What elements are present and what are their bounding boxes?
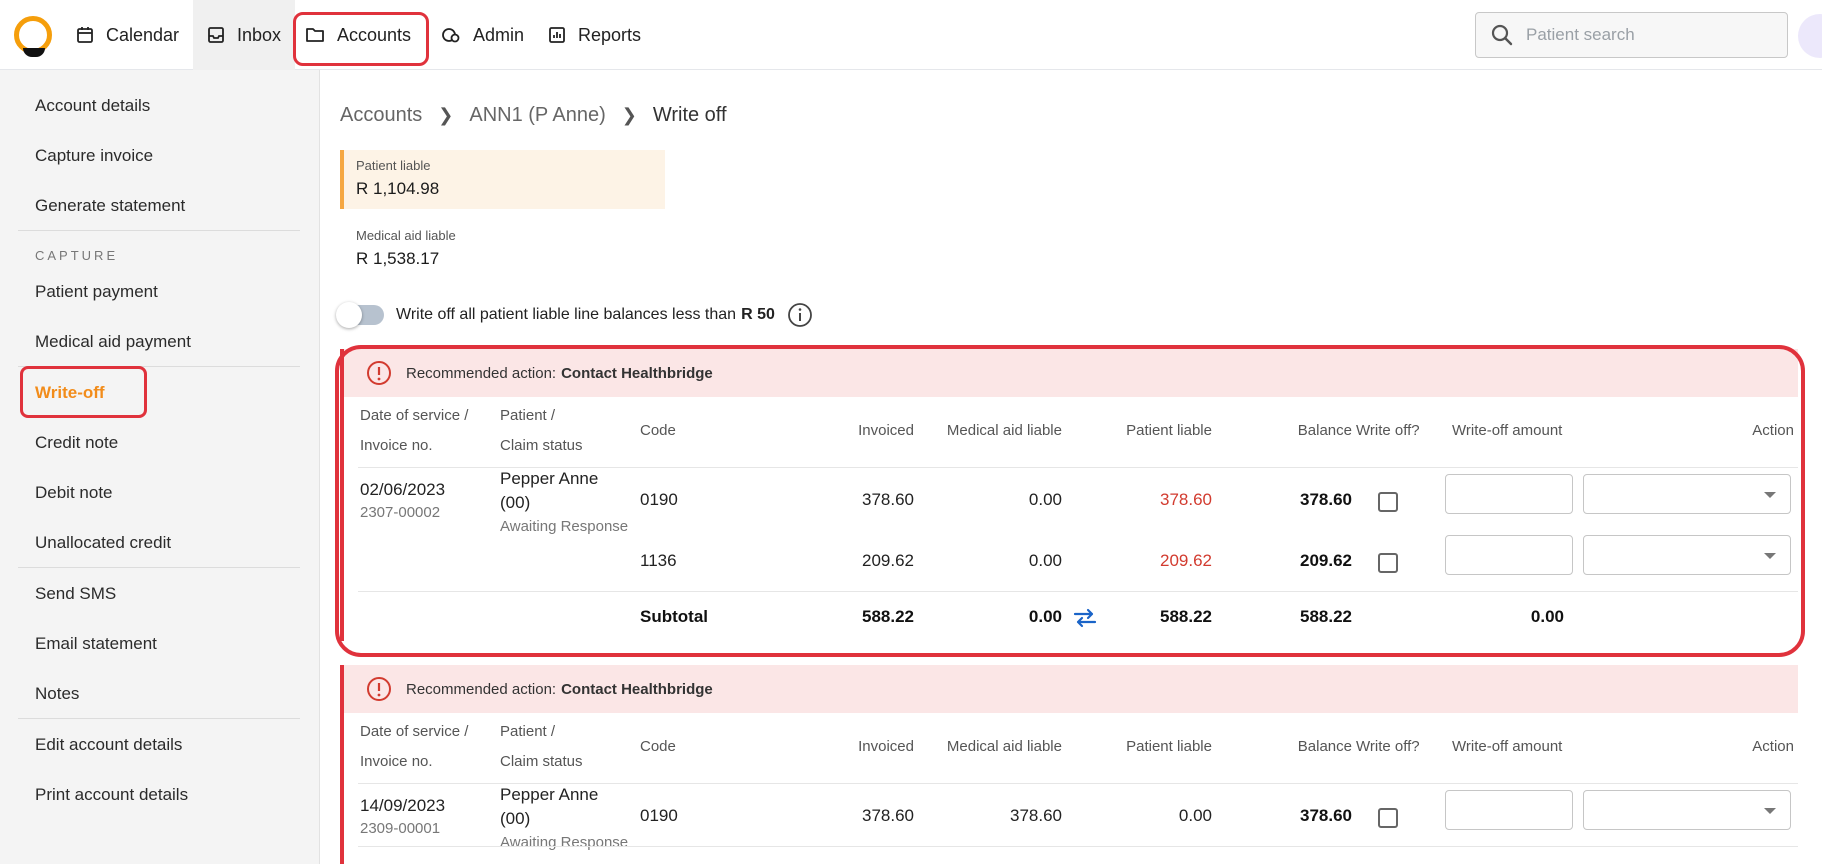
calendar-icon <box>77 27 93 43</box>
sidebar-item-email-statement[interactable]: Email statement <box>35 634 157 654</box>
header-code: Code <box>640 738 676 755</box>
sidebar-item-send-sms[interactable]: Send SMS <box>35 584 116 604</box>
breadcrumb: Accounts ❯ ANN1 (P Anne) ❯ Write off <box>340 104 727 127</box>
top-bar: Calendar Inbox Accounts Admin Reports <box>0 0 1822 70</box>
medical-aid-label: Medical aid liable <box>356 228 456 243</box>
claim-status: Awaiting Response <box>500 834 629 851</box>
sidebar-item-notes[interactable]: Notes <box>35 684 79 704</box>
inbox-icon <box>208 27 224 43</box>
chevron-right-icon: ❯ <box>621 105 637 125</box>
toggle-amount: R 50 <box>741 306 775 323</box>
header-write-off-amount: Write-off amount <box>1452 738 1563 755</box>
sidebar-item-edit-account-details[interactable]: Edit account details <box>35 735 182 755</box>
write-off-small-balances-toggle[interactable] <box>336 302 384 328</box>
nav-reports[interactable]: Reports <box>534 0 655 70</box>
service-date: 14/09/2023 <box>360 796 446 815</box>
nav-calendar[interactable]: Calendar <box>62 0 193 70</box>
search-icon <box>1491 24 1513 46</box>
line-code: 0190 <box>640 806 678 825</box>
alert-icon <box>367 677 391 701</box>
sidebar: Account details Capture invoice Generate… <box>0 70 320 864</box>
header-patient-liable: Patient liable <box>1126 738 1212 755</box>
nav-admin-label: Admin <box>473 24 525 45</box>
action-dropdown[interactable] <box>1583 790 1791 830</box>
patient-liable-value: R 1,104.98 <box>356 179 440 198</box>
patient-search[interactable] <box>1475 12 1788 58</box>
line-patient-liable: 0.00 <box>1178 806 1212 825</box>
header-claim-status: Claim status <box>500 753 583 770</box>
header-invoiced: Invoiced <box>858 738 914 755</box>
header-medical-aid-liable: Medical aid liable <box>946 738 1062 755</box>
sidebar-item-credit-note[interactable]: Credit note <box>35 433 118 453</box>
sidebar-item-account-details[interactable]: Account details <box>35 96 150 116</box>
medical-aid-value: R 1,538.17 <box>356 249 440 268</box>
sidebar-item-unallocated-credit[interactable]: Unallocated credit <box>35 533 171 553</box>
breadcrumb-accounts[interactable]: Accounts <box>340 104 422 127</box>
line-invoiced: 378.60 <box>862 806 914 825</box>
nav-inbox[interactable]: Inbox <box>193 0 296 70</box>
sidebar-item-generate-statement[interactable]: Generate statement <box>35 196 185 216</box>
reports-icon <box>549 27 565 43</box>
line-medical-aid-liable: 378.60 <box>1010 806 1062 825</box>
chevron-right-icon: ❯ <box>438 105 454 125</box>
invoice-number[interactable]: 2309-00001 <box>360 820 440 837</box>
patient-search-input[interactable] <box>1526 25 1766 45</box>
patient-liable-label: Patient liable <box>356 158 431 173</box>
header-invoice: Invoice no. <box>360 753 433 770</box>
header-balance: Balance <box>1297 738 1352 755</box>
sidebar-item-patient-payment[interactable]: Patient payment <box>35 282 158 302</box>
write-off-highlight <box>20 366 147 418</box>
header-write-off: Write off? <box>1356 738 1420 755</box>
patient-name: Pepper Anne <box>500 785 599 804</box>
nav-admin[interactable]: Admin <box>427 0 538 70</box>
sidebar-divider <box>18 230 300 231</box>
write-off-checkbox[interactable] <box>1378 808 1398 828</box>
header-patient: Patient / <box>500 723 556 740</box>
accounts-highlight <box>293 12 429 66</box>
sidebar-item-print-account-details[interactable]: Print account details <box>35 785 188 805</box>
header-action: Action <box>1752 738 1794 755</box>
nav-reports-label: Reports <box>578 24 642 45</box>
patient-liable-summary: Patient liable R 1,104.98 <box>340 150 665 209</box>
info-icon[interactable] <box>787 302 813 328</box>
recommended-action-alert: Recommended action: Contact Healthbridge <box>344 665 1798 713</box>
patient-dependant: (00) <box>500 809 531 828</box>
sidebar-item-capture-invoice[interactable]: Capture invoice <box>35 146 153 166</box>
breadcrumb-account[interactable]: ANN1 (P Anne) <box>469 104 605 127</box>
sidebar-divider <box>18 567 300 568</box>
sidebar-section-capture: CAPTURE <box>35 248 119 263</box>
breadcrumb-current: Write off <box>652 104 727 126</box>
toggle-label: Write off all patient liable line balanc… <box>396 306 737 323</box>
write-off-amount-input[interactable] <box>1445 790 1573 830</box>
medical-aid-summary: Medical aid liable R 1,538.17 <box>340 220 665 279</box>
avatar[interactable] <box>1798 14 1822 58</box>
alert-prefix: Recommended action: <box>406 680 557 698</box>
row-divider <box>358 783 1798 784</box>
alert-action: Contact Healthbridge <box>561 680 713 698</box>
sidebar-item-medical-aid-payment[interactable]: Medical aid payment <box>35 332 191 352</box>
claim-card-highlight <box>335 345 1805 657</box>
admin-icon <box>442 28 460 43</box>
sidebar-item-debit-note[interactable]: Debit note <box>35 483 113 503</box>
write-off-small-balances-row: Write off all patient liable line balanc… <box>336 302 813 328</box>
row-divider <box>358 846 1798 847</box>
app-logo[interactable] <box>14 16 52 57</box>
claim-card: Recommended action: Contact Healthbridge… <box>340 665 1798 864</box>
header-date: Date of service / <box>360 723 469 740</box>
line-balance: 378.60 <box>1300 806 1352 825</box>
nav-inbox-label: Inbox <box>237 24 282 45</box>
nav-calendar-label: Calendar <box>106 24 180 45</box>
sidebar-divider <box>18 718 300 719</box>
